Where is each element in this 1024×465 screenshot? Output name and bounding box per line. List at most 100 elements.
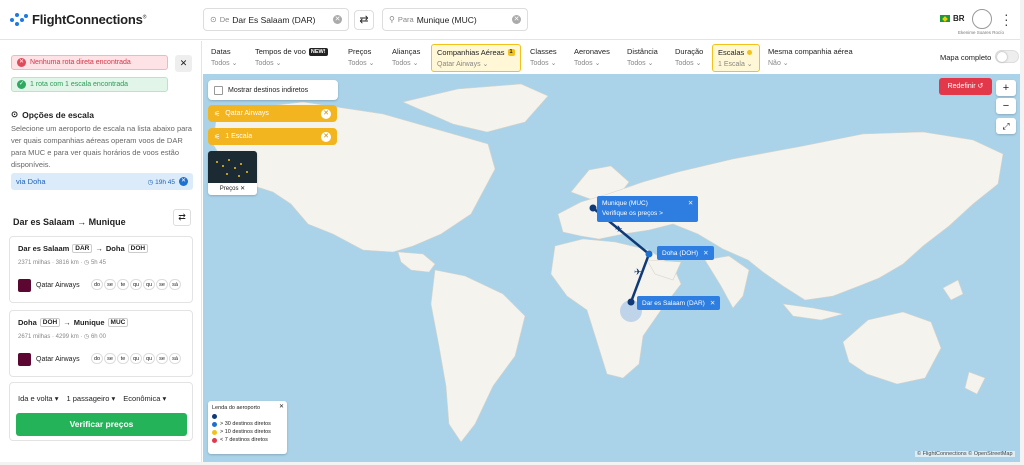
- prices-map-button[interactable]: Preços ✕: [208, 151, 257, 195]
- user-avatar-icon[interactable]: [972, 9, 992, 29]
- filter-mesma-companhia[interactable]: Mesma companhia aérea Não ⌄: [763, 44, 858, 72]
- to-prefix: Para: [397, 15, 414, 24]
- count-badge: 1: [507, 49, 515, 56]
- error-icon: ✕: [17, 58, 26, 67]
- show-indirect-label: Mostrar destinos indiretos: [228, 86, 309, 94]
- app-window: FlightConnections® ⊙ De Dar Es Salaam (D…: [0, 0, 1020, 462]
- trip-type-select[interactable]: Ida e volta ▾: [18, 394, 58, 403]
- language-selector[interactable]: BR: [940, 14, 965, 23]
- qatar-airways-logo-icon: [18, 353, 31, 366]
- filter-datas[interactable]: Datas Todos ⌄: [206, 44, 243, 72]
- clear-from-icon[interactable]: ✕: [333, 15, 342, 24]
- full-map-toggle[interactable]: [995, 50, 1019, 63]
- leg-card[interactable]: Doha DOH → Munique MUC 2671 milhas · 4299 …: [9, 310, 193, 377]
- airport-label-doh[interactable]: Doha (DOH) ✕: [657, 246, 714, 260]
- filter-aeronaves[interactable]: Aeronaves Todos ⌄: [569, 44, 615, 72]
- airport-legend: Lenda do aeroporto ✕ > 30 destinos diret…: [208, 401, 287, 454]
- via-duration: ◷ 19h 45: [147, 178, 175, 186]
- remove-airline-chip-icon[interactable]: ✕: [321, 108, 331, 119]
- origin-icon: ⊙: [210, 15, 217, 24]
- stopover-title: Opções de escala: [22, 109, 94, 120]
- remove-stops-chip-icon[interactable]: ✕: [321, 131, 331, 142]
- from-field[interactable]: ⊙ De Dar Es Salaam (DAR) ✕: [203, 8, 349, 31]
- passengers-select[interactable]: 1 passageiro ▾: [66, 394, 115, 403]
- destination-pin-icon: ⚲: [389, 15, 395, 24]
- one-stop-alert: ✓ 1 rota com 1 escala encontrada: [11, 77, 168, 92]
- dar-label-text: Dar es Salaam (DAR): [642, 300, 705, 307]
- airline-filter-chip[interactable]: ⚟ Qatar Airways ✕: [208, 105, 337, 122]
- show-indirect-checkbox[interactable]: Mostrar destinos indiretos: [208, 80, 338, 100]
- leg-route: Dar es Salaam DAR → Doha DOH: [18, 244, 149, 253]
- clear-to-icon[interactable]: ✕: [512, 15, 521, 24]
- via-doha-chip[interactable]: via Doha ◷ 19h 45 ✕: [11, 173, 193, 190]
- leg-card[interactable]: Dar es Salaam DAR → Doha DOH 2371 milhas ·…: [9, 236, 193, 303]
- user-name: Ekenime Soares Rocío: [958, 30, 1005, 35]
- language-code: BR: [953, 14, 965, 23]
- stopover-description: Selecione um aeroporto de escala na list…: [11, 124, 192, 169]
- filter-escalas[interactable]: Escalas 1 Escala ⌄: [712, 44, 760, 72]
- zoom-out-button[interactable]: −: [996, 98, 1016, 114]
- airport-label-dar[interactable]: Dar es Salaam (DAR) ✕: [637, 296, 721, 310]
- new-badge: NEW!: [308, 47, 328, 56]
- map[interactable]: ✈ ✈ Mostrar destinos indiretos ⚟ Qatar A…: [203, 74, 1020, 462]
- legend-dot-icon: [212, 437, 217, 443]
- redefine-button[interactable]: Redefinir ↺: [939, 78, 992, 95]
- prices-thumbnail-label: Preços ✕: [219, 186, 246, 192]
- leg-meta: 2371 milhas · 3816 km · ◷ 5h 45: [18, 260, 106, 266]
- swap-button[interactable]: ⇄: [354, 10, 374, 30]
- filter-duracao[interactable]: Duração Todos ⌄: [670, 44, 708, 72]
- booking-box: Ida e volta ▾ 1 passageiro ▾ Econômica ▾…: [9, 382, 193, 441]
- filter-companhias-aereas[interactable]: Companhias Aéreas 1 Qatar Airways ⌄: [431, 44, 521, 72]
- legend-title: Lenda do aeroporto: [212, 405, 261, 411]
- airport-label-muc[interactable]: Munique (MUC) ✕ Verifique os preços >: [597, 196, 699, 222]
- via-label: via Doha: [16, 177, 46, 186]
- to-value: Munique (MUC): [416, 14, 477, 25]
- target-icon: ⊙: [11, 109, 19, 119]
- no-direct-alert: ✕ Nenhuma rota direta encontrada: [11, 55, 168, 70]
- left-panel: ✕ Nenhuma rota direta encontrada ✕ ✓ 1 r…: [0, 41, 202, 462]
- muc-check-prices-link[interactable]: Verifique os preços >: [602, 210, 663, 217]
- remove-via-icon[interactable]: ✕: [179, 177, 188, 186]
- cabin-select[interactable]: Econômica ▾: [123, 394, 166, 403]
- logo[interactable]: FlightConnections®: [10, 12, 146, 27]
- reverse-route-button[interactable]: ⇄: [173, 209, 191, 226]
- chip-airline-label: Qatar Airways: [225, 110, 269, 117]
- stopover-heading: ⊙ Opções de escala: [11, 109, 94, 120]
- leg-meta: 2671 milhas · 4299 km · ◷ 6h 00: [18, 334, 106, 340]
- filter-sliders-icon: ⚟: [214, 133, 221, 141]
- filter-aliancas[interactable]: Alianças Todos ⌄: [387, 44, 425, 72]
- route-title: Dar es Salaam → Munique: [13, 217, 126, 227]
- plane-icon: ✈: [634, 268, 642, 278]
- from-prefix: De: [219, 15, 230, 24]
- legend-dot-icon: [212, 414, 217, 419]
- logo-icon: [10, 12, 28, 27]
- legend-dot-icon: [212, 421, 217, 427]
- close-panel-button[interactable]: ✕: [175, 55, 192, 72]
- verify-prices-button[interactable]: Verificar preços: [16, 413, 187, 436]
- map-attribution[interactable]: © FlightConnections © OpenStreetMap: [915, 451, 1015, 457]
- filter-precos[interactable]: Preços Todos ⌄: [343, 44, 380, 72]
- filter-distancia[interactable]: Distância Todos ⌄: [622, 44, 663, 72]
- no-direct-text: Nenhuma rota direta encontrada: [30, 59, 131, 66]
- close-dar-label-icon[interactable]: ✕: [710, 300, 715, 307]
- brazil-flag-icon: [940, 15, 950, 22]
- filter-classes[interactable]: Classes Todos ⌄: [525, 44, 562, 72]
- more-menu-icon[interactable]: · · ·: [1004, 7, 1009, 31]
- leg-airline: Qatar Airways: [18, 279, 80, 292]
- fullscreen-button[interactable]: ⤢: [996, 118, 1016, 134]
- weekday-list: do se te qu qu se sá: [91, 353, 181, 364]
- to-field[interactable]: ⚲ Para Munique (MUC) ✕: [382, 8, 528, 31]
- leg-airline: Qatar Airways: [18, 353, 80, 366]
- close-doh-label-icon[interactable]: ✕: [703, 250, 708, 257]
- close-muc-label-icon[interactable]: ✕: [688, 200, 693, 207]
- full-map-label: Mapa completo: [940, 53, 992, 62]
- filter-tempos-de-voo[interactable]: Tempos de voo NEW! Todos ⌄: [250, 44, 333, 72]
- close-legend-icon[interactable]: ✕: [279, 403, 284, 410]
- header: FlightConnections® ⊙ De Dar Es Salaam (D…: [0, 0, 1020, 40]
- filter-bar: Datas Todos ⌄ Tempos de voo NEW! Todos ⌄ Pr…: [203, 41, 1020, 74]
- stops-filter-chip[interactable]: ⚟ 1 Escala ✕: [208, 128, 337, 145]
- doh-label-text: Doha (DOH): [662, 250, 699, 257]
- qatar-airways-logo-icon: [18, 279, 31, 292]
- leg-route: Doha DOH → Munique MUC: [18, 318, 129, 327]
- zoom-in-button[interactable]: +: [996, 80, 1016, 96]
